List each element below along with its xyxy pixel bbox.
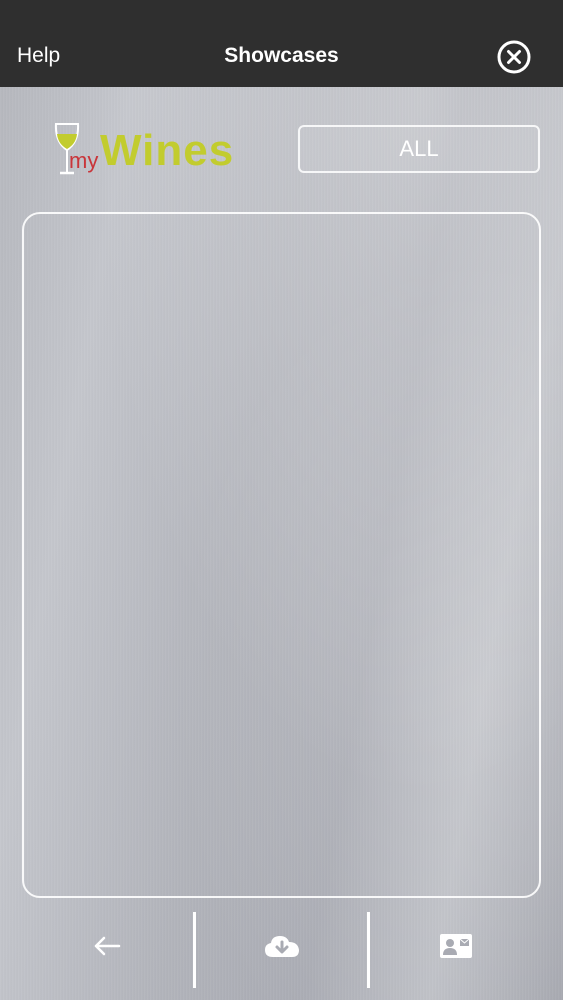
contact-card-icon xyxy=(439,933,473,964)
navigation-bar: Help Showcases xyxy=(0,0,563,87)
showcase-panel[interactable] xyxy=(22,212,541,898)
filter-all-button[interactable]: ALL xyxy=(298,125,540,173)
bottom-toolbar xyxy=(0,910,563,988)
mywines-logo: my Wines xyxy=(52,120,252,180)
back-button[interactable] xyxy=(20,910,194,986)
download-button[interactable] xyxy=(196,910,368,986)
close-icon[interactable] xyxy=(497,40,531,74)
cloud-download-icon xyxy=(264,933,300,964)
logo-prefix: my xyxy=(69,148,99,173)
page-title: Showcases xyxy=(224,44,339,67)
contact-button[interactable] xyxy=(370,910,542,986)
arrow-left-icon xyxy=(93,936,121,961)
logo-name: Wines xyxy=(100,126,235,175)
